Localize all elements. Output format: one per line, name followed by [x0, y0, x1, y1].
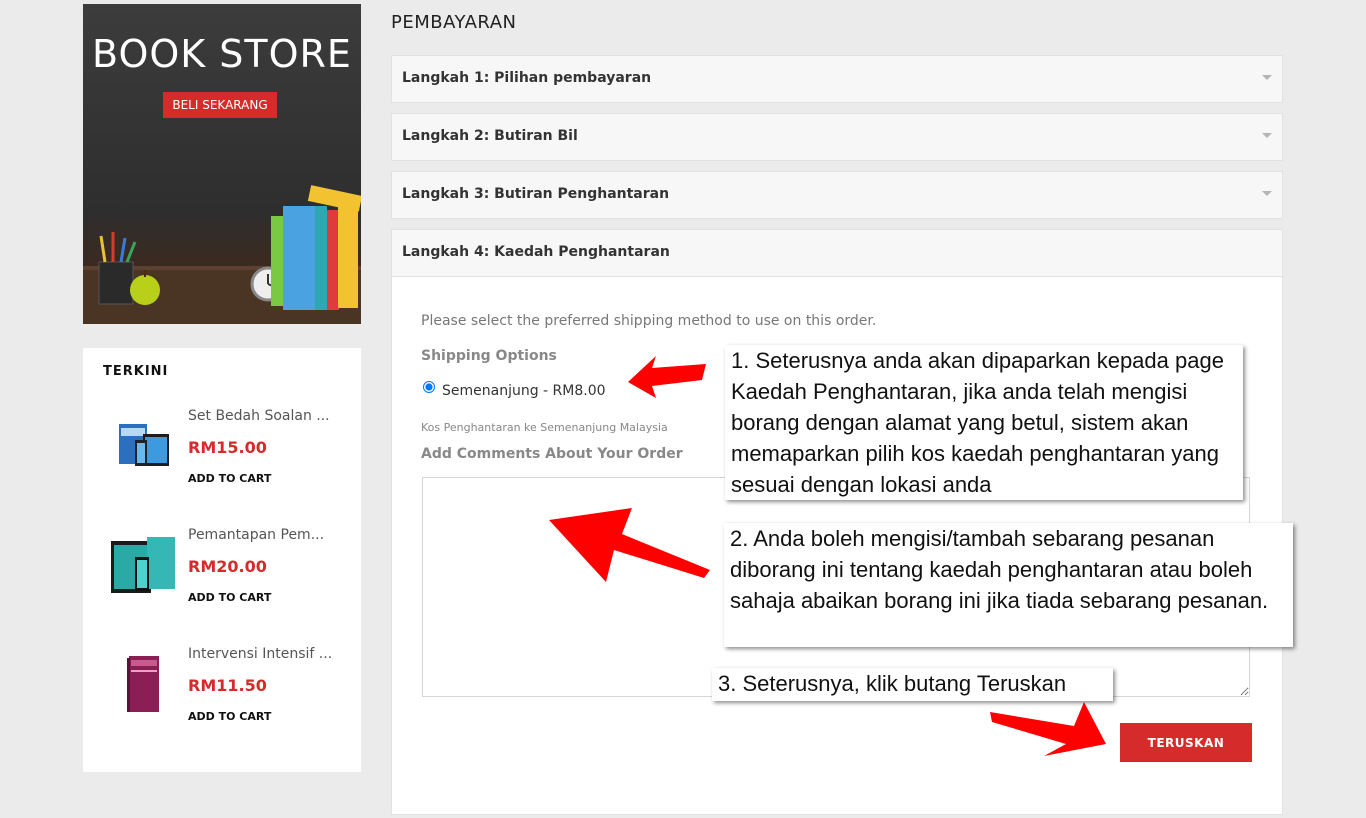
add-to-cart-button[interactable]: ADD TO CART	[188, 710, 271, 723]
product-thumbnail[interactable]	[107, 537, 179, 593]
continue-button[interactable]: TERUSKAN	[1120, 723, 1252, 762]
chevron-down-icon	[1262, 191, 1272, 196]
product-price: RM20.00	[188, 557, 267, 576]
apple-icon	[130, 275, 160, 305]
step-label: Langkah 1: Pilihan pembayaran	[402, 70, 652, 86]
latest-products-title: TERKINI	[103, 364, 169, 379]
add-to-cart-button[interactable]: ADD TO CART	[188, 591, 271, 604]
step-label: Langkah 4: Kaedah Penghantaran	[402, 244, 670, 260]
buy-now-button[interactable]: BELI SEKARANG	[163, 92, 277, 118]
book-store-banner[interactable]: BOOK STORE BELI SEKARANG	[83, 4, 361, 324]
shipping-intro-text: Please select the preferred shipping met…	[421, 313, 877, 329]
product-name[interactable]: Pemantapan Pem...	[188, 527, 338, 543]
annotation-note-3: 3. Seterusnya, klik butang Teruskan	[712, 668, 1113, 701]
shipping-options-heading: Shipping Options	[421, 348, 557, 364]
product-price: RM15.00	[188, 438, 267, 457]
annotation-note-1: 1. Seterusnya anda akan dipaparkan kepad…	[725, 345, 1243, 500]
pencil-cup-icon	[98, 261, 134, 305]
shipping-option-label[interactable]: Semenanjung - RM8.00	[442, 383, 606, 399]
add-to-cart-button[interactable]: ADD TO CART	[188, 472, 271, 485]
annotation-note-2: 2. Anda boleh mengisi/tambah sebarang pe…	[724, 523, 1293, 647]
chevron-down-icon	[1262, 133, 1272, 138]
product-item[interactable]: Intervensi Intensif ... RM11.50 ADD TO C…	[83, 646, 361, 746]
shipping-note: Kos Penghantaran ke Semenanjung Malaysia	[421, 421, 668, 434]
step-3-delivery-details[interactable]: Langkah 3: Butiran Penghantaran	[391, 171, 1283, 219]
shipping-option-radio[interactable]	[423, 381, 435, 393]
product-name[interactable]: Set Bedah Soalan ...	[188, 408, 338, 424]
product-thumbnail[interactable]	[107, 418, 179, 474]
product-name[interactable]: Intervensi Intensif ...	[188, 646, 338, 662]
latest-products-panel: TERKINI Set Bedah Soalan ... RM15.00 ADD…	[83, 348, 361, 772]
product-item[interactable]: Set Bedah Soalan ... RM15.00 ADD TO CART	[83, 408, 361, 508]
chevron-down-icon	[1262, 75, 1272, 80]
step-4-header[interactable]: Langkah 4: Kaedah Penghantaran	[392, 230, 1282, 277]
comments-heading: Add Comments About Your Order	[421, 446, 683, 462]
product-thumbnail[interactable]	[107, 656, 179, 712]
step-2-billing-details[interactable]: Langkah 2: Butiran Bil	[391, 113, 1283, 161]
product-item[interactable]: Pemantapan Pem... RM20.00 ADD TO CART	[83, 527, 361, 627]
step-1-payment-option[interactable]: Langkah 1: Pilihan pembayaran	[391, 55, 1283, 103]
banner-title: BOOK STORE	[92, 32, 352, 76]
step-label: Langkah 2: Butiran Bil	[402, 128, 578, 144]
page-title: PEMBAYARAN	[391, 12, 517, 33]
step-label: Langkah 3: Butiran Penghantaran	[402, 186, 670, 202]
product-price: RM11.50	[188, 676, 267, 695]
